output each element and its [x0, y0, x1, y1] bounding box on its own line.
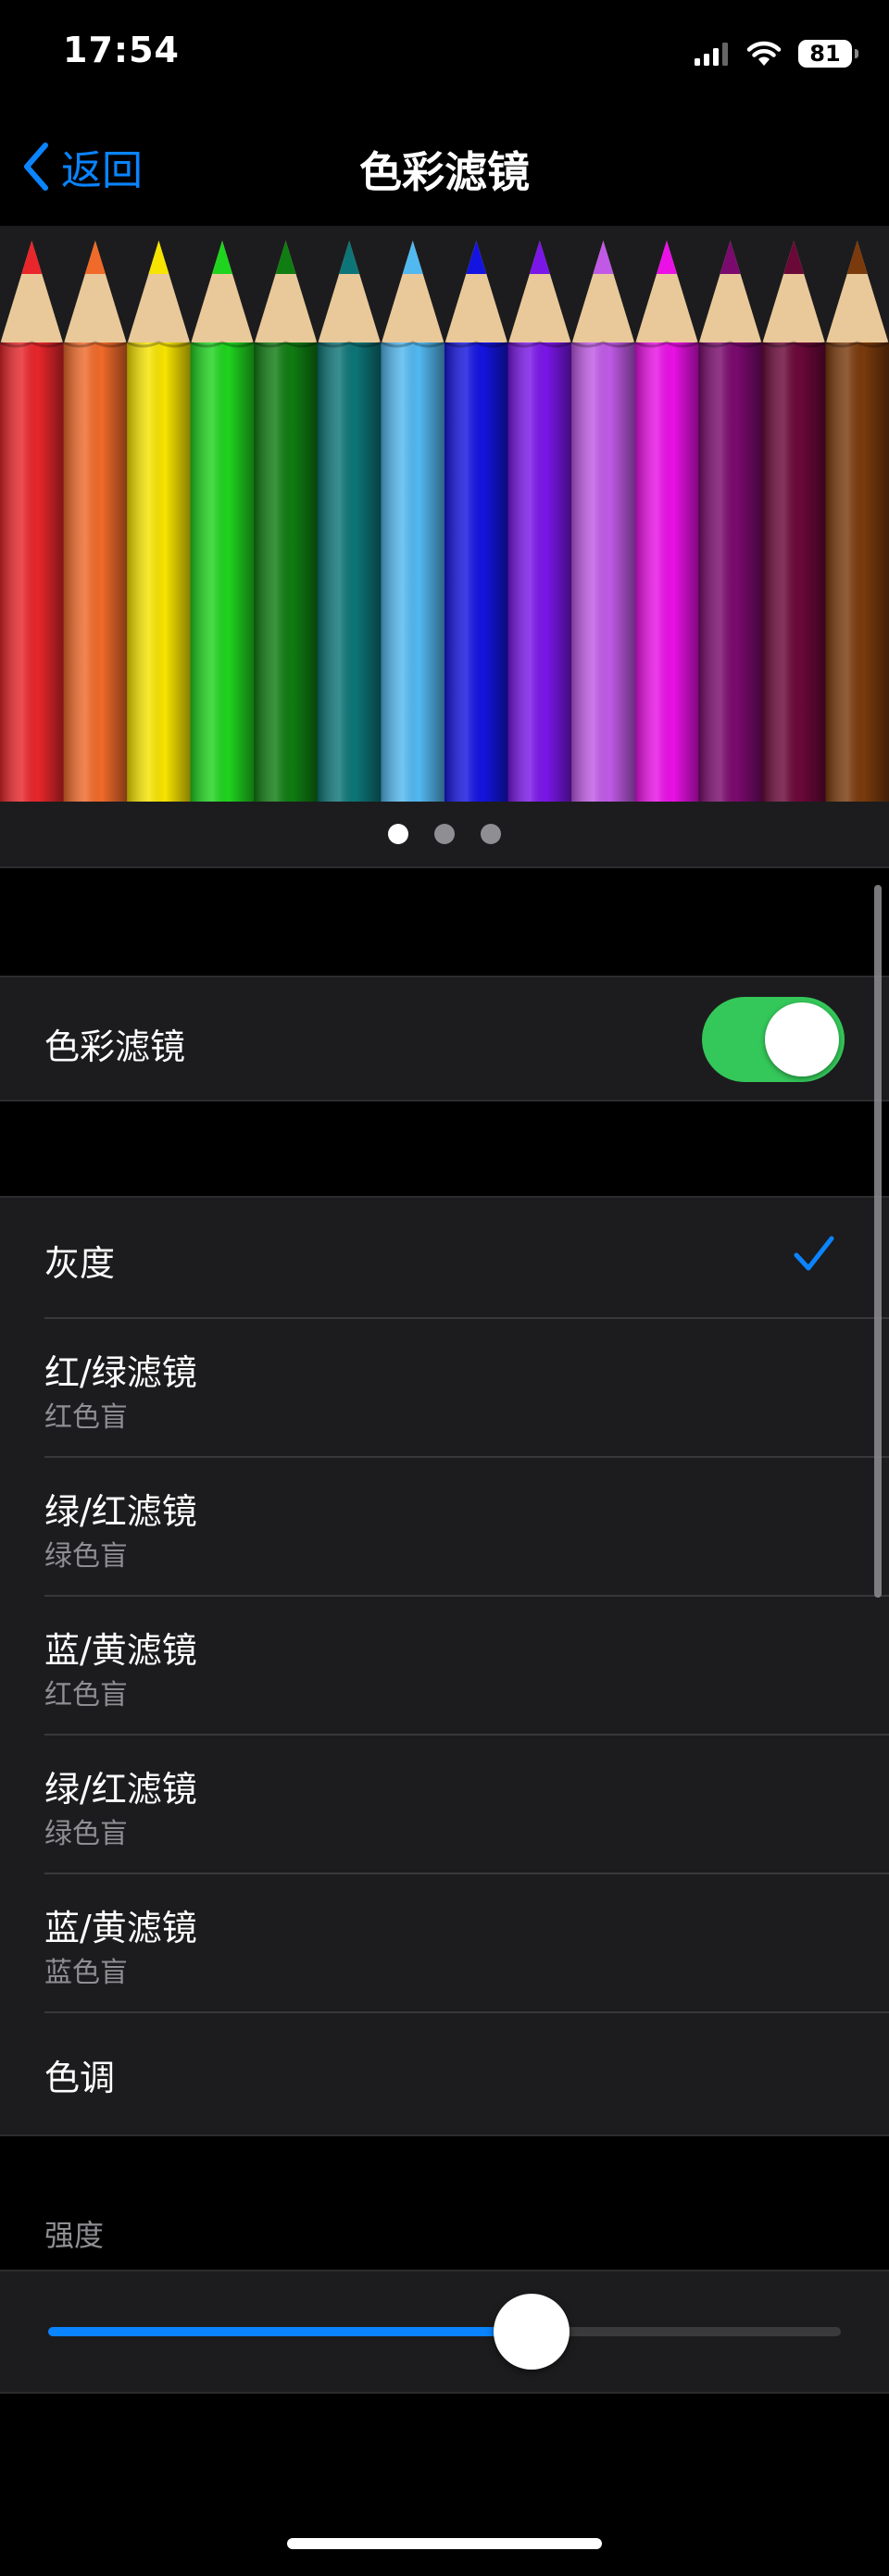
- filter-option[interactable]: 蓝/黄滤镜蓝色盲: [0, 1873, 889, 2012]
- color-filters-screen: 17:54 81 返回 色彩滤镜 色彩滤镜 灰度 红/绿滤镜 红色盲 绿/红滤镜…: [0, 0, 889, 2576]
- pencil-12: [697, 241, 763, 802]
- pencil-5: [253, 241, 319, 802]
- intensity-header: 强度: [44, 2218, 105, 2253]
- slider-fill: [48, 2327, 532, 2336]
- filter-option[interactable]: 蓝/黄滤镜红色盲: [0, 1596, 889, 1735]
- pencil-4: [190, 241, 255, 802]
- filter-option-subtitle: 绿色盲: [44, 1540, 128, 1573]
- page-control[interactable]: [0, 824, 889, 844]
- slider-thumb[interactable]: [494, 2294, 570, 2370]
- page-control-area: [0, 802, 889, 868]
- filter-option-subtitle: 红色盲: [44, 1401, 128, 1434]
- pencil-6: [317, 241, 382, 802]
- filter-option-title: 红/绿滤镜: [44, 1352, 197, 1393]
- pencil-13: [761, 241, 827, 802]
- filter-option-title: 绿/红滤镜: [44, 1769, 197, 1810]
- filter-option[interactable]: 灰度: [0, 1198, 889, 1318]
- scroll-indicator[interactable]: [874, 885, 882, 1598]
- filter-option[interactable]: 绿/红滤镜绿色盲: [0, 1735, 889, 1873]
- filter-option-subtitle: 绿色盲: [44, 1818, 128, 1850]
- status-time: 17:54: [63, 30, 180, 70]
- filter-option[interactable]: 绿/红滤镜绿色盲: [0, 1457, 889, 1596]
- page-dot[interactable]: [434, 824, 455, 844]
- filter-option-title: 绿/红滤镜: [44, 1491, 197, 1532]
- toggle-label: 色彩滤镜: [44, 1027, 186, 1067]
- color-filters-toggle[interactable]: [702, 997, 845, 1082]
- pencil-7: [380, 241, 445, 802]
- status-bar: 17:54 81: [0, 0, 889, 111]
- page-dot[interactable]: [388, 824, 408, 844]
- page-dot[interactable]: [481, 824, 501, 844]
- cellular-signal-icon: [695, 43, 728, 66]
- pencil-2: [62, 241, 128, 802]
- filter-option-title: 蓝/黄滤镜: [44, 1630, 197, 1671]
- color-filters-toggle-row: 色彩滤镜: [0, 976, 889, 1101]
- filter-option[interactable]: 色调: [0, 2012, 889, 2133]
- pencil-14: [824, 241, 889, 802]
- intensity-slider-row: [0, 2270, 889, 2394]
- checkmark-icon: [794, 1236, 834, 1271]
- pencil-9: [507, 241, 572, 802]
- filter-option-title: 色调: [44, 2058, 116, 2098]
- pencil-illustration: [0, 241, 889, 802]
- filter-option-title: 蓝/黄滤镜: [44, 1908, 197, 1948]
- pencil-8: [444, 241, 509, 802]
- battery-icon: 81: [798, 40, 858, 68]
- page-title: 色彩滤镜: [359, 147, 530, 197]
- toggle-knob: [765, 1002, 839, 1076]
- wifi-icon: [746, 41, 782, 66]
- filter-option-title: 灰度: [44, 1243, 116, 1284]
- status-icons: 81: [695, 35, 858, 72]
- pencil-3: [126, 241, 192, 802]
- filter-option-subtitle: 红色盲: [44, 1679, 128, 1711]
- pencil-1: [0, 241, 65, 802]
- navigation-bar: 返回 色彩滤镜: [0, 111, 889, 226]
- filter-list: 灰度 红/绿滤镜 红色盲 绿/红滤镜 绿色盲 蓝/黄滤镜 红色盲 绿/红滤镜 绿色盲 蓝/黄滤镜蓝…: [0, 1196, 889, 2136]
- pencil-11: [634, 241, 699, 802]
- home-indicator[interactable]: [287, 2538, 602, 2549]
- intensity-slider[interactable]: [48, 2294, 841, 2370]
- filter-option-subtitle: 蓝色盲: [44, 1957, 128, 1989]
- color-pencils-preview[interactable]: [0, 226, 889, 802]
- filter-option[interactable]: 红/绿滤镜红色盲: [0, 1318, 889, 1457]
- pencil-10: [570, 241, 636, 802]
